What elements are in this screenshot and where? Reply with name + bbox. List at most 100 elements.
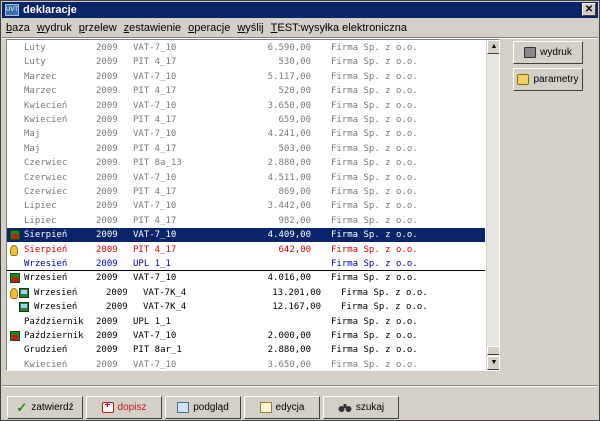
cell-amount: 3.442,00 bbox=[267, 201, 311, 212]
table-row[interactable]: Sierpień 2009 VAT-7_10 4.409,00 Firma Sp. z … bbox=[7, 228, 485, 243]
cell-firm: Firma Sp. z o.o. bbox=[341, 287, 428, 298]
table-row[interactable]: Maj 2009 PIT 4_17 503,00 Firma Sp. z o.o. bbox=[7, 142, 485, 156]
title-bar[interactable]: UVT deklaracje ✕ bbox=[2, 2, 598, 18]
table-row[interactable]: Lipiec 2009 VAT-7_10 3.442,00 Firma Sp. z o.… bbox=[7, 199, 485, 213]
table-row[interactable]: Czerwiec 2009 VAT-7_10 4.511,00 Firma Sp. z … bbox=[7, 171, 485, 185]
cell-form: VAT-7_10 bbox=[133, 172, 177, 183]
parameters-button[interactable]: parametry bbox=[513, 68, 583, 91]
table-row[interactable]: Maj 2009 VAT-7_10 4.241,00 Firma Sp. z o.o. bbox=[7, 127, 485, 141]
cell-month: Październik bbox=[24, 331, 84, 341]
scroll-thumb[interactable] bbox=[487, 346, 499, 355]
cell-form: PIT 4_17 bbox=[133, 143, 177, 154]
preview-button[interactable]: podgląd bbox=[165, 396, 241, 419]
cell-month: Grudzień bbox=[24, 345, 68, 356]
table-row[interactable]: Wrzesień 2009 UPL 1_1 Firma Sp. z o.o. bbox=[7, 257, 485, 271]
lightbulb-icon bbox=[10, 244, 18, 256]
cell-year: 2009 bbox=[96, 158, 118, 169]
cell-firm: Firma Sp. z o.o. bbox=[331, 115, 418, 125]
main-window: UVT deklaracje ✕ baza wydruk przelew zes… bbox=[0, 0, 600, 421]
print-button[interactable]: wydruk bbox=[513, 41, 583, 64]
cell-year: 2009 bbox=[96, 316, 118, 327]
cell-firm: Firma Sp. z o.o. bbox=[331, 172, 418, 183]
bottom-separator bbox=[2, 385, 598, 387]
scroll-up-button[interactable]: ▲ bbox=[487, 40, 499, 54]
cell-year: 2009 bbox=[96, 201, 118, 212]
close-button[interactable]: ✕ bbox=[582, 3, 596, 16]
cell-month: Kwiecień bbox=[24, 100, 68, 111]
vertical-scrollbar[interactable]: ▲ ▼ bbox=[486, 40, 499, 370]
cell-form: VAT-7_10 bbox=[133, 273, 177, 284]
lightbulb-icon bbox=[10, 287, 18, 299]
table-row[interactable]: Luty 2009 VAT-7_10 6.590,00 Firma Sp. z o.o. bbox=[7, 41, 485, 55]
cell-year: 2009 bbox=[96, 259, 118, 269]
table-row[interactable]: Luty 2009 PIT 4_17 530,00 Firma Sp. z o.o. bbox=[7, 55, 485, 69]
print-button-label: wydruk bbox=[540, 47, 572, 58]
cell-month: Sierpień bbox=[24, 244, 68, 255]
add-record-icon bbox=[101, 400, 114, 413]
table-row[interactable]: Marzec 2009 VAT-7_10 5.117,00 Firma Sp. z o.… bbox=[7, 70, 485, 84]
menu-baza[interactable]: baza bbox=[6, 22, 30, 34]
cell-form: VAT-7K_4 bbox=[143, 302, 187, 313]
table-row[interactable]: Wrzesień 2009 VAT-7K_4 13.201,00 Firma Sp. z… bbox=[7, 286, 485, 300]
table-row[interactable]: Październik 2009 UPL 1_1 Firma Sp. z o.o. bbox=[7, 315, 485, 329]
search-button-label: szukaj bbox=[355, 402, 385, 413]
monitor-icon bbox=[19, 302, 29, 313]
cell-month: Lipiec bbox=[24, 215, 57, 226]
search-button[interactable]: szukaj bbox=[323, 396, 399, 419]
cell-firm: Firma Sp. z o.o. bbox=[331, 158, 418, 169]
menu-operacje[interactable]: operacje bbox=[188, 22, 230, 34]
cell-amount: 12.167,00 bbox=[272, 302, 321, 313]
add-button[interactable]: dopisz bbox=[86, 396, 162, 419]
cell-amount: 4.409,00 bbox=[267, 230, 311, 241]
menu-wydruk[interactable]: wydruk bbox=[37, 22, 72, 34]
table-row[interactable]: Kwiecień 2009 PIT 4_17 659,00 Firma Sp. z o.… bbox=[7, 113, 485, 127]
cell-amount: 642,00 bbox=[278, 244, 311, 255]
cell-form: PIT 4_17 bbox=[133, 115, 177, 125]
table-row[interactable]: Kwiecień 2009 VAT-7_10 3.650,00 Firma Sp. z … bbox=[7, 99, 485, 113]
declarations-grid[interactable]: Luty 2009 VAT-7_10 6.590,00 Firma Sp. z o.o.… bbox=[6, 39, 500, 371]
cell-form: VAT-7_10 bbox=[133, 129, 177, 140]
cell-amount: 2.880,00 bbox=[267, 345, 311, 356]
cell-month: Wrzesień bbox=[34, 302, 78, 313]
checkmark-icon: ✓ bbox=[16, 400, 28, 415]
cell-amount: 2.000,00 bbox=[267, 331, 311, 341]
cell-form: VAT-7_10 bbox=[133, 201, 177, 212]
table-row[interactable]: Kwiecień 2009 VAT-7_10 3.650,00 Firma Sp. z … bbox=[7, 358, 485, 370]
table-row[interactable]: Czerwiec 2009 PIT 8a_13 2.880,00 Firma Sp. z… bbox=[7, 156, 485, 170]
cell-form: PIT 4_17 bbox=[133, 244, 177, 255]
scroll-down-button[interactable]: ▼ bbox=[487, 356, 499, 370]
table-row[interactable]: Sierpień 2009 PIT 4_17 642,00 Firma Sp. z o.… bbox=[7, 243, 485, 257]
table-row[interactable]: Grudzień 2009 PIT 8ar_1 2.880,00 Firma Sp. z… bbox=[7, 343, 485, 357]
cell-year: 2009 bbox=[96, 215, 118, 226]
edit-button[interactable]: edycja bbox=[244, 396, 320, 419]
app-icon: UVT bbox=[5, 4, 19, 16]
menu-zestawienie[interactable]: zestawienie bbox=[124, 22, 181, 34]
cell-amount: 982,00 bbox=[278, 215, 311, 226]
table-row[interactable]: Lipiec 2009 PIT 4_17 982,00 Firma Sp. z o.o. bbox=[7, 214, 485, 228]
cell-month: Sierpień bbox=[24, 230, 68, 241]
menu-przelew[interactable]: przelew bbox=[79, 22, 117, 34]
table-row[interactable]: Marzec 2009 PIT 4_17 520,00 Firma Sp. z o.o. bbox=[7, 84, 485, 98]
cell-month: Marzec bbox=[24, 86, 57, 97]
cell-amount: 5.117,00 bbox=[267, 71, 311, 82]
cell-month: Maj bbox=[24, 129, 41, 140]
cell-amount: 530,00 bbox=[278, 57, 311, 68]
cell-firm: Firma Sp. z o.o. bbox=[331, 230, 418, 241]
cell-form: PIT 8a_13 bbox=[133, 158, 182, 169]
menu-test-wysylka[interactable]: TEST:wysyłka elektroniczna bbox=[271, 22, 407, 34]
menu-wyslij[interactable]: wyślij bbox=[237, 22, 263, 34]
cell-amount: 4.241,00 bbox=[267, 129, 311, 140]
cell-amount: 6.590,00 bbox=[267, 43, 311, 53]
approve-button[interactable]: ✓ zatwierdź bbox=[7, 396, 83, 419]
table-row[interactable]: Wrzesień 2009 VAT-7K_4 12.167,00 Firma Sp. z… bbox=[7, 300, 485, 314]
cell-firm: Firma Sp. z o.o. bbox=[341, 302, 428, 313]
preview-button-label: podgląd bbox=[193, 402, 229, 413]
cell-year: 2009 bbox=[106, 287, 128, 298]
table-row[interactable]: Czerwiec 2009 PIT 4_17 869,00 Firma Sp. z o.… bbox=[7, 185, 485, 199]
table-row[interactable]: Wrzesień 2009 VAT-7_10 4.016,00 Firma Sp. z … bbox=[7, 271, 485, 285]
cell-firm: Firma Sp. z o.o. bbox=[331, 57, 418, 68]
cell-form: PIT 4_17 bbox=[133, 86, 177, 97]
cell-month: Czerwiec bbox=[24, 187, 68, 197]
table-row[interactable]: Październik 2009 VAT-7_10 2.000,00 Firma Sp.… bbox=[7, 329, 485, 343]
cell-month: Marzec bbox=[24, 71, 57, 82]
